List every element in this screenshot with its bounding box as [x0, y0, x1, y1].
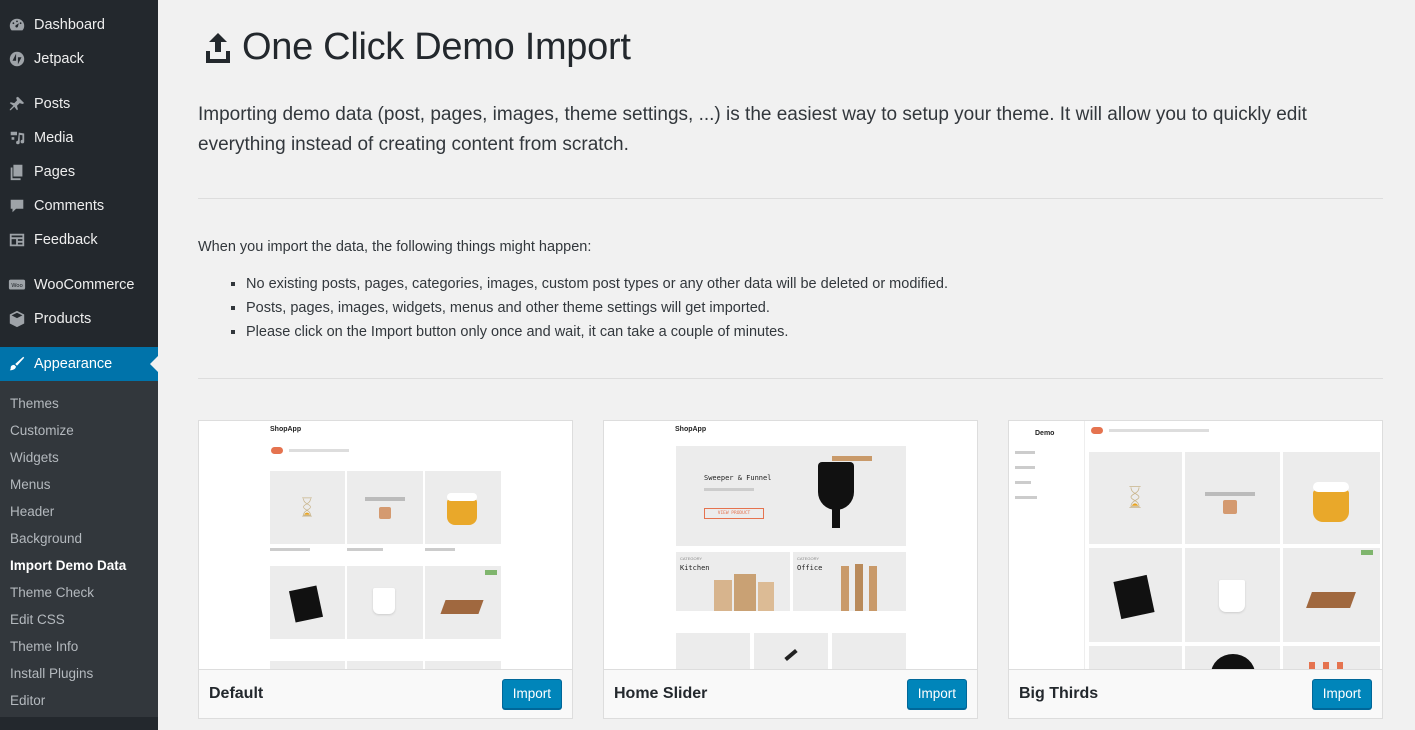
brush-icon	[0, 355, 34, 373]
sidebar-item-label: Posts	[34, 96, 71, 112]
sidebar-item-media[interactable]: Media	[0, 121, 158, 155]
filter-links	[289, 449, 349, 452]
demo-card-footer: Big Thirds Import	[1009, 670, 1382, 718]
sidebar-item-jetpack[interactable]: Jetpack	[0, 42, 158, 76]
import-button[interactable]: Import	[906, 679, 967, 709]
sidebar-item-label: Dashboard	[34, 17, 105, 33]
page-heading: One Click Demo Import	[242, 26, 631, 68]
sidebar-item-label: Jetpack	[34, 51, 84, 67]
demo-card-footer: Home Slider Import	[604, 670, 977, 718]
demo-name: Home Slider	[614, 685, 708, 702]
sidebar-item-feedback[interactable]: Feedback	[0, 223, 158, 257]
category-label: Office	[797, 564, 823, 572]
upload-icon	[206, 32, 230, 63]
comment-icon	[0, 197, 34, 215]
page-title: One Click Demo Import	[198, 26, 631, 69]
product-tile	[425, 566, 501, 639]
notice-list: No existing posts, pages, categories, im…	[228, 272, 948, 344]
pin-icon	[0, 95, 34, 113]
pages-icon	[0, 163, 34, 181]
dashboard-icon	[0, 16, 34, 34]
demo-card-home-slider: ShopApp Sweeper & Funnel VIEW PRODUCT CA…	[603, 420, 978, 719]
hero-title: Sweeper & Funnel	[704, 474, 772, 482]
product-tile	[1089, 548, 1182, 642]
submenu-edit-css[interactable]: Edit CSS	[0, 606, 158, 633]
preview-brand: ShopApp	[675, 426, 707, 433]
demo-preview-image[interactable]: ShopApp	[199, 421, 572, 670]
notice-text: When you import the data, the following …	[198, 239, 592, 255]
sidebar-item-pages[interactable]: Pages	[0, 155, 158, 189]
submenu-theme-info[interactable]: Theme Info	[0, 633, 158, 660]
demo-name: Big Thirds	[1019, 685, 1099, 702]
demo-card-default: ShopApp Default Import	[198, 420, 573, 719]
submenu-editor[interactable]: Editor	[0, 687, 158, 714]
demo-preview-image[interactable]: ShopApp Sweeper & Funnel VIEW PRODUCT CA…	[604, 421, 977, 670]
demo-card-footer: Default Import	[199, 670, 572, 718]
sidebar-item-products[interactable]: Products	[0, 302, 158, 336]
sidebar-item-label: Products	[34, 311, 92, 327]
product-tile	[1089, 452, 1182, 544]
hero-button: VIEW PRODUCT	[704, 508, 764, 519]
divider	[198, 378, 1383, 379]
sidebar-item-label: Pages	[34, 164, 76, 180]
submenu-theme-check[interactable]: Theme Check	[0, 579, 158, 606]
sidebar-item-label: Feedback	[34, 232, 98, 248]
svg-text:Woo: Woo	[11, 283, 23, 289]
product-tile	[347, 471, 423, 544]
sidebar-item-comments[interactable]: Comments	[0, 189, 158, 223]
product-tile	[1185, 548, 1280, 642]
intro-text: Importing demo data (post, pages, images…	[198, 104, 1307, 155]
sidebar-item-label: Appearance	[34, 356, 113, 372]
sidebar-item-label: Comments	[34, 198, 105, 214]
jetpack-icon	[0, 50, 34, 68]
product-tile	[270, 471, 345, 544]
preview-brand: ShopApp	[270, 426, 302, 433]
woo-icon: Woo	[0, 276, 34, 294]
submenu-customize[interactable]: Customize	[0, 417, 158, 444]
list-item: No existing posts, pages, categories, im…	[246, 272, 948, 296]
submenu-widgets[interactable]: Widgets	[0, 444, 158, 471]
sidebar-item-label: WooCommerce	[34, 277, 135, 293]
demo-preview-image[interactable]: Demo	[1009, 421, 1382, 670]
category-office: CATEGORY Office	[793, 552, 906, 611]
feedback-icon	[0, 231, 34, 249]
category-label: Kitchen	[680, 564, 710, 572]
product-tile	[1283, 548, 1380, 642]
preview-sidebar: Demo	[1009, 421, 1085, 669]
demo-card-big-thirds: Demo Big Thirds Import	[1008, 420, 1383, 719]
admin-sidebar: Dashboard Jetpack Posts Media Pages Comm…	[0, 0, 158, 730]
hero-slide: Sweeper & Funnel VIEW PRODUCT	[676, 446, 906, 546]
sidebar-item-label: Media	[34, 130, 74, 146]
import-button[interactable]: Import	[501, 679, 562, 709]
submenu-themes[interactable]: Themes	[0, 390, 158, 417]
products-icon	[0, 310, 34, 328]
submenu-background[interactable]: Background	[0, 525, 158, 552]
import-button[interactable]: Import	[1311, 679, 1372, 709]
media-icon	[0, 129, 34, 147]
sidebar-item-appearance[interactable]: Appearance	[0, 347, 158, 381]
product-tile	[425, 471, 501, 544]
demo-name: Default	[209, 685, 264, 702]
appearance-submenu: Themes Customize Widgets Menus Header Ba…	[0, 381, 158, 717]
filter-pill	[271, 447, 283, 454]
submenu-import-demo-data[interactable]: Import Demo Data	[0, 552, 158, 579]
product-tile	[1283, 452, 1380, 544]
submenu-install-plugins[interactable]: Install Plugins	[0, 660, 158, 687]
product-tile	[270, 566, 345, 639]
list-item: Please click on the Import button only o…	[246, 320, 948, 344]
category-kitchen: CATEGORY Kitchen	[676, 552, 790, 611]
submenu-header[interactable]: Header	[0, 498, 158, 525]
divider	[198, 198, 1383, 199]
list-item: Posts, pages, images, widgets, menus and…	[246, 296, 948, 320]
product-tile	[1185, 452, 1280, 544]
submenu-menus[interactable]: Menus	[0, 471, 158, 498]
sidebar-item-woocommerce[interactable]: Woo WooCommerce	[0, 268, 158, 302]
sidebar-item-dashboard[interactable]: Dashboard	[0, 8, 158, 42]
product-tile	[347, 566, 423, 639]
preview-brand: Demo	[1035, 430, 1055, 437]
sidebar-item-posts[interactable]: Posts	[0, 87, 158, 121]
